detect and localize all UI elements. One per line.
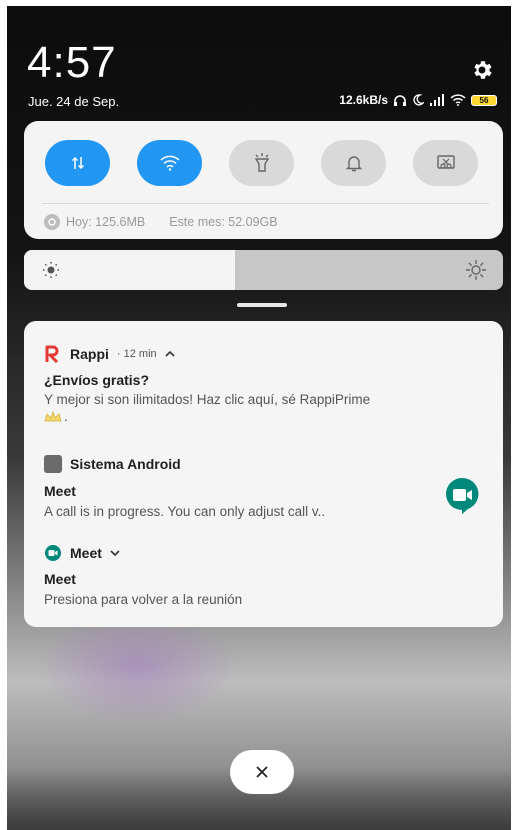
notification-app-name: Meet [70, 545, 102, 561]
crown-emoji-icon [44, 410, 62, 421]
usage-month: Este mes: 52.09GB [169, 215, 278, 229]
notification-app-name: Rappi [70, 346, 109, 362]
headphones-icon [394, 95, 406, 106]
brightness-high-icon [466, 260, 486, 280]
notification-app-name: Sistema Android [70, 456, 181, 472]
status-icons: 12.6kB/s 56 [339, 93, 497, 107]
rappi-logo-icon [45, 345, 59, 363]
flashlight-icon [254, 153, 269, 172]
moon-icon [413, 94, 424, 106]
net-speed: 12.6kB/s [339, 93, 388, 107]
brightness-slider[interactable] [24, 250, 503, 290]
close-icon [256, 766, 268, 778]
data-transfer-icon [71, 156, 84, 170]
brightness-low-icon [43, 262, 59, 278]
date-label[interactable]: Jue. 24 de Sep. [28, 94, 119, 109]
meet-large-icon [446, 477, 479, 514]
notification-body[interactable]: Y mejor si son ilimitados! Haz clic aquí… [44, 392, 370, 407]
bell-icon [345, 156, 362, 172]
quick-settings-tiles [45, 140, 478, 186]
tile-wifi[interactable] [137, 140, 202, 186]
data-usage[interactable]: Hoy: 125.6MB Este mes: 52.09GB [44, 214, 278, 230]
notification-title[interactable]: ¿Envíos gratis? [44, 372, 149, 388]
usage-today: Hoy: 125.6MB [66, 215, 146, 229]
notification-card: Rappi · 12 min ¿Envíos gratis? Y mejor s… [24, 321, 503, 627]
drag-handle[interactable] [237, 303, 287, 307]
clock[interactable]: 4:57 [27, 38, 117, 88]
quick-settings-panel: Hoy: 125.6MB Este mes: 52.09GB [24, 121, 503, 239]
chevron-down-icon[interactable] [110, 549, 120, 557]
notification-title[interactable]: Meet [44, 571, 76, 587]
android-system-icon [44, 455, 62, 473]
wifi-icon [159, 155, 180, 171]
tile-screenshot[interactable] [413, 140, 478, 186]
data-usage-icon [44, 214, 60, 230]
tile-sound[interactable] [321, 140, 386, 186]
tile-mobile-data[interactable] [45, 140, 110, 186]
notification-header-rappi[interactable]: Rappi · 12 min [44, 345, 175, 363]
tile-flashlight[interactable] [229, 140, 294, 186]
signal-icon [430, 94, 444, 106]
divider [42, 203, 489, 204]
notification-header-android[interactable]: Sistema Android [44, 455, 181, 473]
notification-body[interactable]: Presiona para volver a la reunión [44, 592, 242, 607]
notification-header-meet[interactable]: Meet [44, 544, 120, 562]
clear-notifications-button[interactable] [230, 750, 294, 794]
notification-time: · 12 min [116, 348, 157, 360]
wifi-status-icon [450, 94, 466, 106]
meet-icon [45, 545, 61, 561]
screenshot-icon [436, 155, 455, 169]
notification-body-line2[interactable]: . [44, 409, 68, 424]
notification-body[interactable]: A call is in progress. You can only adju… [44, 504, 325, 519]
notification-title[interactable]: Meet [44, 483, 76, 499]
battery-icon: 56 [471, 94, 497, 106]
gear-icon[interactable] [470, 58, 494, 82]
chevron-up-icon[interactable] [165, 350, 175, 358]
notification-shade: 4:57 Jue. 24 de Sep. 12.6kB/s 56 Hoy: 12… [7, 6, 511, 830]
